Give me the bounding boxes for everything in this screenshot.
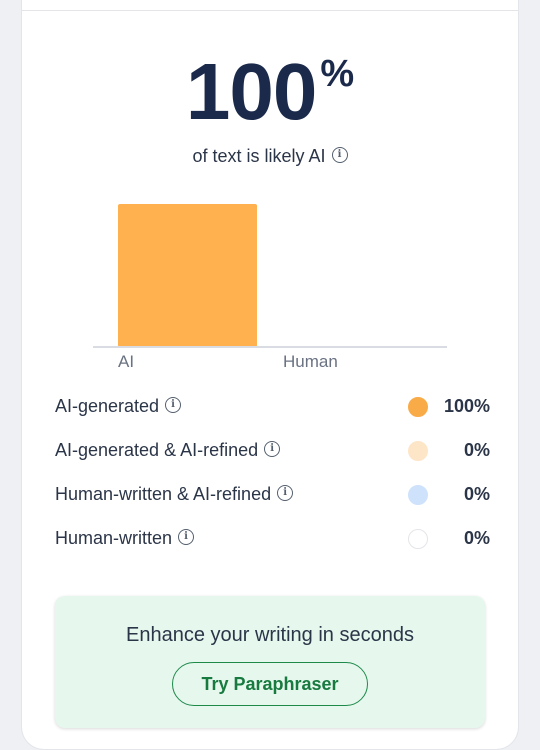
info-icon[interactable]: i xyxy=(178,529,195,546)
try-paraphraser-button[interactable]: Try Paraphraser xyxy=(172,662,368,706)
legend-row-ai-refined: AI-generated & AI-refined i 0% xyxy=(55,434,490,478)
legend-value: 0% xyxy=(463,528,490,548)
legend-label: Human-written & AI-refined xyxy=(55,484,272,504)
info-icon[interactable]: i xyxy=(277,485,294,502)
category-label-human: Human xyxy=(283,352,338,371)
legend-row-human-written: Human-written i 0% xyxy=(55,522,490,566)
legend-row-human-ai-refined: Human-written & AI-refined i 0% xyxy=(55,478,490,522)
legend-label: AI-generated & AI-refined xyxy=(55,440,259,460)
legend: AI-generated i 100% AI-generated & AI-ref… xyxy=(55,390,490,566)
legend-label: Human-written xyxy=(55,528,173,548)
legend-dot xyxy=(408,441,428,461)
legend-value: 0% xyxy=(463,440,490,460)
legend-dot xyxy=(408,397,428,417)
legend-dot xyxy=(408,485,428,505)
promo-text: Enhance your writing in seconds xyxy=(126,624,414,646)
legend-dot xyxy=(408,529,428,549)
info-icon[interactable]: i xyxy=(165,397,182,414)
info-icon[interactable]: i xyxy=(264,441,281,458)
category-label-ai: AI xyxy=(118,352,135,371)
legend-value: 100% xyxy=(443,396,490,416)
legend-label: AI-generated xyxy=(55,396,160,416)
legend-value: 0% xyxy=(463,484,490,504)
ai-human-bar-chart xyxy=(93,204,447,348)
bar-ai xyxy=(118,204,257,347)
paraphraser-promo: Enhance your writing in seconds Try Para… xyxy=(55,596,485,728)
legend-row-ai-generated: AI-generated i 100% xyxy=(55,390,490,434)
